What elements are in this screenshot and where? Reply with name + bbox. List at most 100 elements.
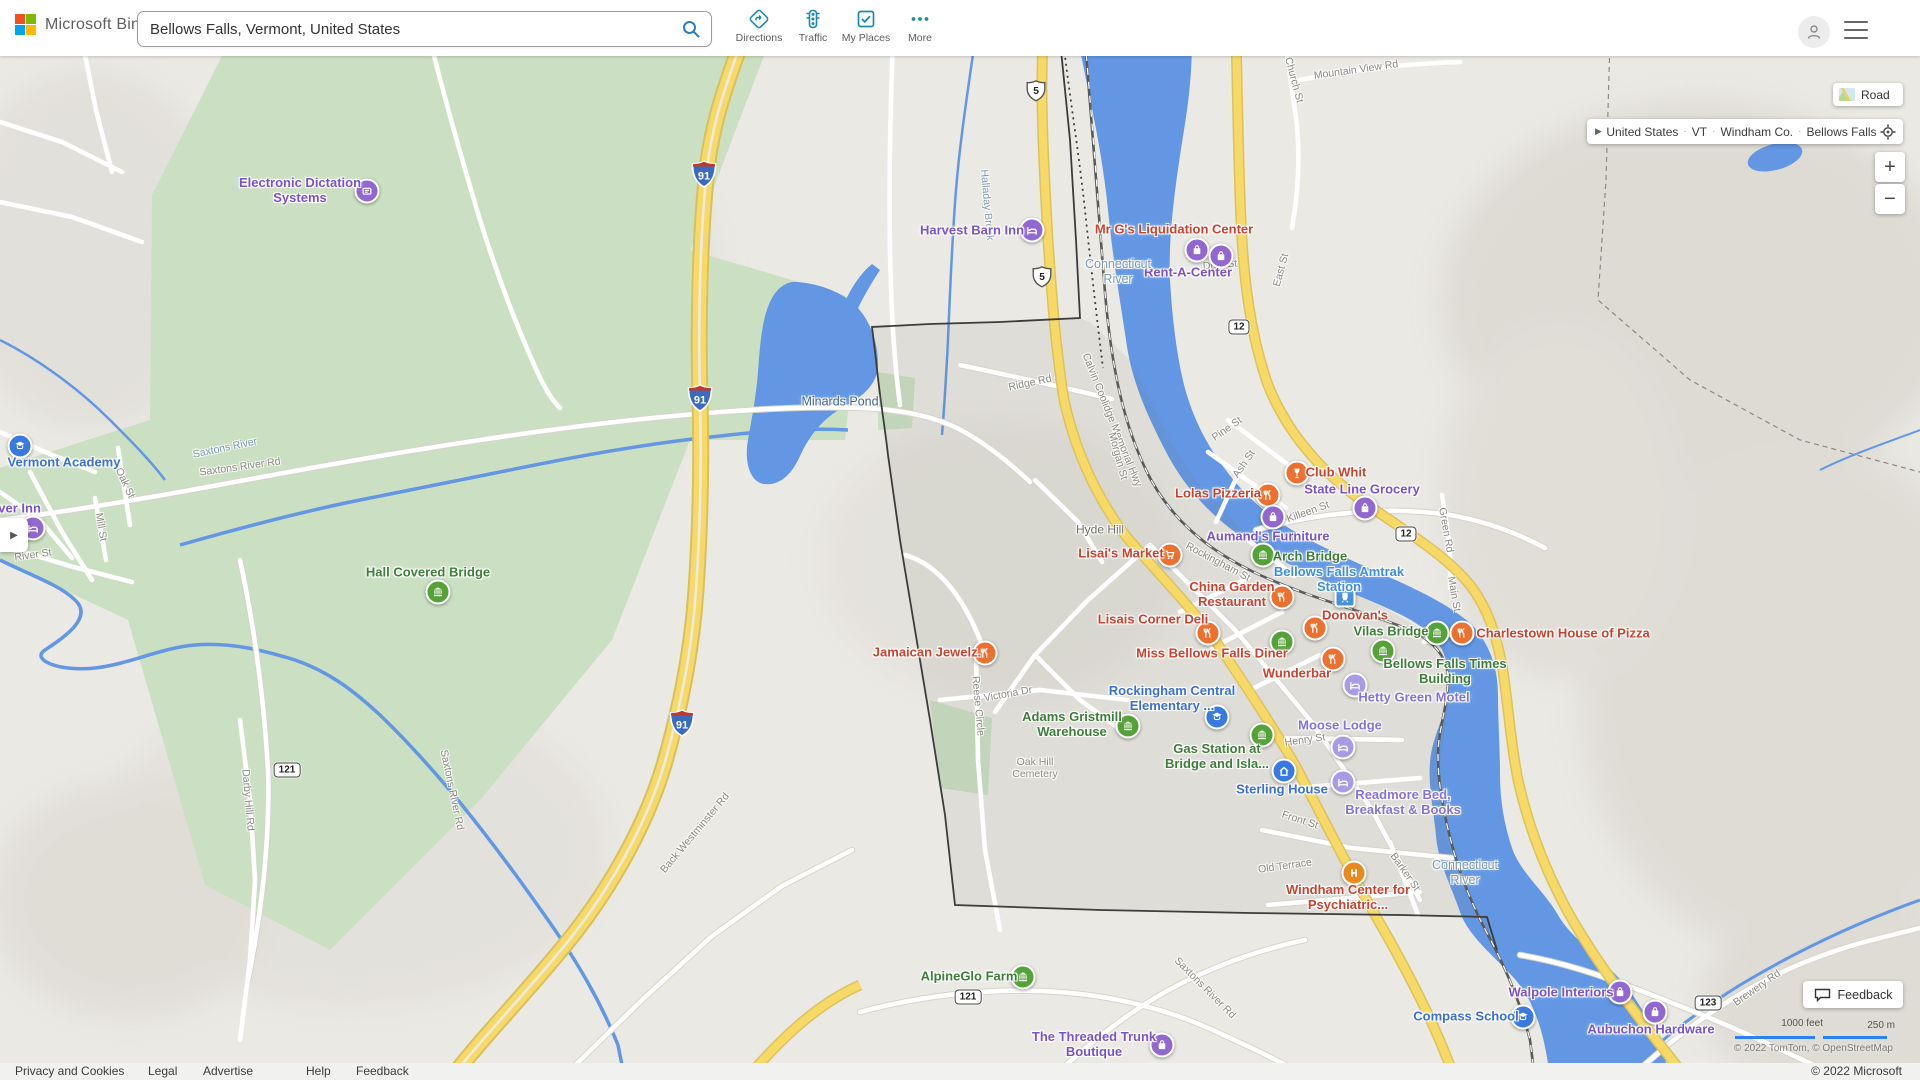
scale-m-label: 250 m — [1867, 1020, 1895, 1031]
poi-label[interactable]: Jamaican Jewelz. — [873, 645, 981, 660]
poi-label[interactable]: The Threaded TrunkBoutique — [1032, 1029, 1156, 1059]
poi-label[interactable]: Hall Covered Bridge — [366, 565, 490, 580]
poi-marker-shop-icon[interactable] — [1353, 496, 1378, 521]
map-scale: 1000 feet 250 m — [1735, 1018, 1900, 1032]
poi-label[interactable]: State Line Grocery — [1304, 482, 1420, 497]
menu-button[interactable] — [1844, 21, 1868, 39]
breadcrumb-item[interactable]: Windham Co. — [1720, 125, 1793, 139]
map-feedback-button[interactable]: Feedback — [1803, 981, 1903, 1008]
poi-label[interactable]: Rockingham CentralElementary ... — [1109, 683, 1235, 713]
street-label: Saxtons River — [192, 435, 258, 460]
account-avatar[interactable] — [1798, 16, 1830, 48]
footer-link-legal[interactable]: Legal — [148, 1064, 177, 1078]
breadcrumb-chevron-icon[interactable]: ▶ — [1593, 126, 1604, 137]
poi-label[interactable]: Lolas Pizzeria — [1175, 486, 1261, 501]
footer: © 2022 Microsoft Privacy and CookiesLega… — [0, 1063, 1920, 1080]
search-button[interactable] — [671, 13, 711, 45]
tool-more[interactable]: More — [893, 8, 947, 44]
poi-label[interactable]: Hetty Green Motel — [1358, 690, 1469, 705]
footer-link-help[interactable]: Help — [306, 1064, 331, 1078]
search-box — [137, 11, 712, 47]
street-label: Oak St — [113, 466, 137, 500]
poi-label[interactable]: Hyde Hill — [1076, 523, 1124, 538]
expand-panel-button[interactable]: ▶ — [0, 518, 28, 552]
footer-link-feedback[interactable]: Feedback — [356, 1064, 409, 1078]
route-shield-121: 121 — [274, 763, 301, 778]
poi-label[interactable]: Lisai's Market — [1078, 546, 1163, 561]
zoom-in-label: + — [1884, 156, 1896, 179]
poi-label[interactable]: Windham Center forPsychiatric... — [1286, 882, 1410, 912]
poi-label[interactable]: Miss Bellows Falls Diner — [1136, 646, 1288, 661]
poi-label[interactable]: Aumand's Furniture — [1207, 529, 1330, 544]
poi-label[interactable]: Wunderbar — [1263, 666, 1331, 681]
svg-text:91: 91 — [698, 171, 710, 183]
poi-label[interactable]: Aubuchon Hardware — [1587, 1022, 1714, 1037]
poi-label[interactable]: Vilas Bridge — [1354, 624, 1429, 639]
poi-label[interactable]: Readmore Bed,Breakfast & Books — [1345, 787, 1461, 817]
poi-label[interactable]: Walpole Interiors — [1509, 985, 1614, 1000]
poi-label[interactable]: Lisais Corner Deli — [1098, 612, 1209, 627]
poi-label[interactable]: Bellows Falls TimesBuilding — [1383, 656, 1506, 686]
poi-label[interactable]: China GardenRestaurant — [1189, 579, 1274, 609]
poi-label[interactable]: Harvest Barn Inn — [920, 223, 1024, 238]
poi-marker-landmark-icon[interactable] — [1251, 543, 1276, 568]
poi-label[interactable]: Electronic DictationSystems — [239, 175, 361, 205]
tool-traffic[interactable]: Traffic — [786, 8, 840, 44]
breadcrumb[interactable]: ▶ United States·VT·Windham Co.·Bellows F… — [1587, 119, 1903, 144]
zoom-out-button[interactable]: − — [1875, 184, 1905, 214]
poi-label[interactable]: Club Whit — [1306, 465, 1367, 480]
expand-panel-chevron-icon: ▶ — [10, 530, 18, 541]
map-canvas[interactable]: 919191551212121121123Saxtons River RdSax… — [0, 0, 1920, 1080]
search-input[interactable] — [138, 21, 671, 38]
tool-directions[interactable]: Directions — [732, 8, 786, 44]
breadcrumb-item[interactable]: Bellows Falls — [1807, 125, 1877, 139]
interstate-shield-91: 91 — [691, 160, 717, 188]
poi-label[interactable]: AlpineGlo Farm — [921, 969, 1018, 984]
poi-label[interactable]: Mr G's Liquidation Center — [1095, 222, 1253, 237]
route-shield-121: 121 — [955, 990, 982, 1005]
poi-label[interactable]: ConnecticutRiver — [1085, 257, 1151, 287]
poi-label[interactable]: ConnecticutRiver — [1432, 858, 1498, 888]
poi-label[interactable]: Bellows Falls AmtrakStation — [1274, 564, 1404, 594]
street-label: Victoria Dr — [983, 684, 1033, 704]
breadcrumb-item[interactable]: VT — [1692, 125, 1707, 139]
map-attribution: © 2022 TomTom, © OpenStreetMap — [1734, 1043, 1893, 1054]
poi-label[interactable]: Moose Lodge — [1298, 718, 1382, 733]
poi-label[interactable]: Oak HillCemetery — [1012, 756, 1058, 780]
poi-label[interactable]: Arch Bridge — [1273, 549, 1347, 564]
tool-my-places[interactable]: My Places — [839, 8, 893, 44]
zoom-out-label: − — [1884, 188, 1896, 211]
map-style-button[interactable]: Road — [1833, 83, 1903, 106]
poi-marker-hotel-light-icon[interactable] — [1331, 735, 1356, 760]
poi-label[interactable]: Compass School — [1413, 1009, 1518, 1024]
poi-marker-restaurant-icon[interactable] — [1450, 621, 1475, 646]
street-label: Brewery Rd — [1731, 967, 1783, 1008]
poi-label[interactable]: Gas Station atBridge and Isla... — [1165, 741, 1269, 771]
microsoft-logo-icon — [15, 14, 36, 35]
map-style-label: Road — [1861, 88, 1890, 102]
map-feedback-label: Feedback — [1838, 988, 1893, 1002]
poi-label[interactable]: Charlestown House of Pizza — [1476, 626, 1649, 641]
poi-marker-shop-icon[interactable] — [1185, 238, 1210, 263]
poi-marker-shop-icon[interactable] — [1261, 505, 1286, 530]
street-label: Back Westminster Rd — [658, 791, 732, 876]
poi-label[interactable]: Minards Pond — [801, 395, 878, 410]
locate-icon[interactable] — [1879, 123, 1897, 141]
footer-link-advertise[interactable]: Advertise — [203, 1064, 253, 1078]
poi-marker-landmark-icon[interactable] — [426, 580, 451, 605]
tool-my-places-label: My Places — [842, 32, 890, 44]
zoom-in-button[interactable]: + — [1875, 152, 1905, 182]
poi-label[interactable]: Donovan's — [1322, 608, 1388, 623]
poi-label[interactable]: Rent-A-Center — [1144, 265, 1232, 280]
scale-feet-label: 1000 feet — [1781, 1018, 1823, 1029]
poi-label[interactable]: Adams GristmillWarehouse — [1022, 709, 1122, 739]
poi-marker-house-icon[interactable] — [1272, 759, 1297, 784]
route-shield-12: 12 — [1395, 527, 1416, 542]
poi-label[interactable]: Sterling House — [1236, 782, 1328, 797]
footer-link-privacy-and-cookies[interactable]: Privacy and Cookies — [15, 1064, 124, 1078]
poi-label[interactable]: Saxtons River Inn — [0, 501, 41, 516]
scale-m-bar — [1823, 1036, 1887, 1039]
bing-logo[interactable]: Microsoft Bing — [15, 14, 149, 35]
poi-label[interactable]: Vermont Academy — [8, 455, 121, 470]
breadcrumb-item[interactable]: United States — [1606, 125, 1678, 139]
